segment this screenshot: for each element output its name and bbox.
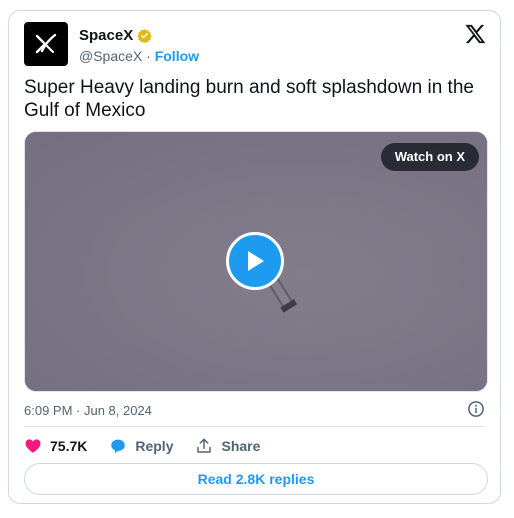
avatar[interactable]: [24, 22, 68, 66]
reply-icon: [111, 439, 126, 454]
verified-badge-icon: [137, 28, 152, 43]
heart-icon: [25, 439, 41, 453]
reply-label: Reply: [135, 438, 174, 454]
watch-on-x-button[interactable]: Watch on X: [380, 143, 479, 171]
share-button[interactable]: Share: [195, 437, 260, 455]
author-name[interactable]: SpaceX: [79, 27, 133, 44]
author-handle[interactable]: @SpaceX: [79, 48, 142, 64]
like-button[interactable]: 75.7K: [24, 437, 87, 455]
share-icon: [197, 438, 212, 453]
read-replies-button[interactable]: Read 2.8K replies: [24, 463, 488, 495]
action-bar: 75.7K Reply Share: [24, 437, 282, 455]
handle-row: @SpaceX · Follow: [79, 48, 199, 64]
divider: [24, 426, 485, 427]
handle-separator: ·: [142, 48, 155, 64]
spacex-logo-icon: [35, 33, 57, 54]
x-logo-icon[interactable]: [464, 23, 486, 45]
follow-link[interactable]: Follow: [155, 48, 199, 64]
embedded-tweet-card: SpaceX @SpaceX · Follow Super Heavy land…: [8, 10, 501, 504]
video-player[interactable]: Watch on X: [24, 131, 488, 392]
play-icon: [248, 251, 264, 271]
share-label: Share: [221, 438, 261, 454]
tweet-text: Super Heavy landing burn and soft splash…: [24, 77, 474, 121]
like-count: 75.7K: [50, 438, 88, 454]
timestamp[interactable]: 6:09 PM · Jun 8, 2024: [24, 403, 152, 418]
play-button[interactable]: [226, 232, 284, 290]
info-icon[interactable]: [467, 400, 485, 418]
reply-button[interactable]: Reply: [109, 437, 173, 455]
